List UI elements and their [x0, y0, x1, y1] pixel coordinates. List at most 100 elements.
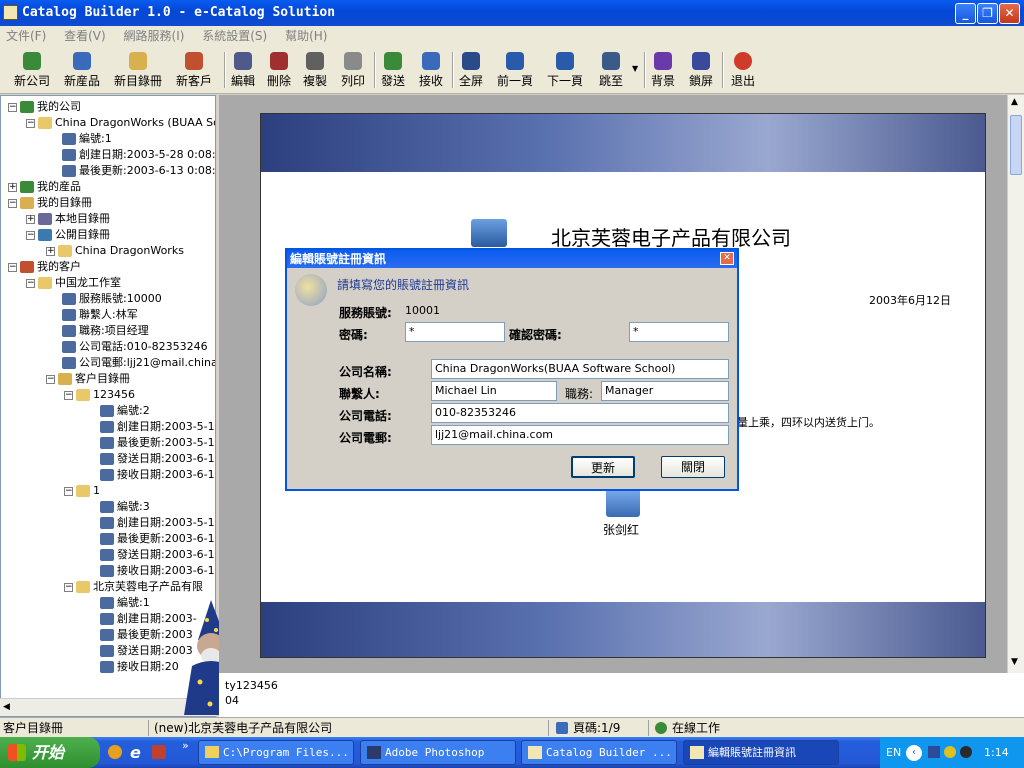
catalog-icon	[58, 373, 72, 385]
tree-node[interactable]: + 我的産品	[8, 180, 81, 194]
expand-icon[interactable]: +	[46, 246, 55, 256]
expand-icon[interactable]: +	[8, 182, 17, 192]
dialog-close-button[interactable]: ✕	[720, 252, 734, 265]
media-player-icon[interactable]	[108, 745, 122, 759]
prev-page-button[interactable]: 前一頁	[494, 50, 536, 92]
tree-node[interactable]: 聯繫人:林军	[62, 308, 138, 322]
tree-node[interactable]: 編號:1	[100, 596, 150, 610]
menu-view[interactable]: 查看(V)	[64, 29, 106, 43]
minimize-button[interactable]: _	[955, 3, 976, 24]
collapse-icon[interactable]: −	[8, 198, 17, 208]
confirm-password-field[interactable]: *	[629, 322, 729, 342]
tree-node[interactable]: 接收日期:2003-6-1	[100, 564, 215, 578]
tray-expand-icon[interactable]: ‹	[906, 745, 922, 761]
position-field[interactable]: Manager	[601, 381, 729, 401]
tree-node[interactable]: 最後更新:2003-6-1	[100, 532, 215, 546]
phone-field[interactable]: 010-82353246	[431, 403, 729, 423]
collapse-icon[interactable]: −	[64, 582, 73, 592]
tree-node[interactable]: + 本地目錄冊	[26, 212, 110, 226]
ime-icon[interactable]	[928, 746, 940, 758]
update-button[interactable]: 更新	[571, 456, 635, 478]
taskbar-explorer[interactable]: C:\Program Files...	[198, 740, 354, 765]
tree-node[interactable]: 發送日期:2003-6-1	[100, 452, 215, 466]
tree-node[interactable]: 發送日期:2003-6-1	[100, 548, 215, 562]
tree-node[interactable]: 編號:3	[100, 500, 150, 514]
ie-icon[interactable]: e	[130, 743, 141, 762]
tree-node[interactable]: 創建日期:2003-5-28 0:08:2	[62, 148, 215, 162]
collapse-icon[interactable]: −	[46, 374, 55, 384]
security-icon[interactable]	[944, 746, 956, 758]
collapse-icon[interactable]: −	[64, 390, 73, 400]
tree-node[interactable]: − 我的公司	[8, 100, 81, 114]
tree-node[interactable]: 創建日期:2003-5-1	[100, 516, 215, 530]
expand-icon[interactable]: +	[26, 214, 35, 224]
tree-node[interactable]: + China DragonWorks	[46, 244, 184, 258]
taskbar-edit-account[interactable]: 編輯賬號註冊資訊	[683, 740, 839, 765]
collapse-icon[interactable]: −	[64, 486, 73, 496]
tree-node[interactable]: − 中国龙工作室	[26, 276, 121, 290]
tree-node[interactable]: 公司電郵:ljj21@mail.china.c	[62, 356, 215, 370]
collapse-icon[interactable]: −	[8, 102, 17, 112]
tree-node[interactable]: 創建日期:2003-5-1	[100, 420, 215, 434]
fullscreen-button[interactable]: 全屏	[456, 50, 486, 92]
start-button[interactable]: 开始	[0, 737, 100, 768]
new-customer-button[interactable]: 新客戶	[170, 50, 218, 92]
close-dialog-button[interactable]: 關閉	[661, 456, 725, 478]
tree-node[interactable]: 公司電話:010-82353246	[62, 340, 208, 354]
tree-node[interactable]: 接收日期:20	[100, 660, 179, 674]
print-button[interactable]: 列印	[338, 50, 368, 92]
lock-screen-button[interactable]: 鎖屏	[686, 50, 716, 92]
network-icon[interactable]	[960, 746, 972, 758]
tree-node[interactable]: 編號:1	[62, 132, 112, 146]
menu-file[interactable]: 文件(F)	[6, 29, 46, 43]
tree-node[interactable]: 接收日期:2003-6-1	[100, 468, 215, 482]
menu-help[interactable]: 幫助(H)	[285, 29, 327, 43]
clock[interactable]: 1:14	[984, 737, 1009, 768]
collapse-icon[interactable]: −	[26, 278, 35, 288]
tree-node[interactable]: −1	[64, 484, 100, 498]
new-catalog-button[interactable]: 新目錄冊	[108, 50, 168, 92]
contact-field[interactable]: Michael Lin	[431, 381, 557, 401]
language-indicator[interactable]: EN	[886, 737, 901, 768]
collapse-icon[interactable]: −	[8, 262, 17, 272]
tree-node[interactable]: − 我的客户	[8, 260, 81, 274]
tree-node[interactable]: − China DragonWorks (BUAA Sof	[26, 116, 215, 130]
new-product-button[interactable]: 新産品	[58, 50, 106, 92]
menu-settings[interactable]: 系統設置(S)	[202, 29, 267, 43]
close-button[interactable]: ✕	[999, 3, 1020, 24]
tree-node[interactable]: − 北京芙蓉电子产品有限	[64, 580, 203, 594]
next-page-button[interactable]: 下一頁	[544, 50, 586, 92]
scrollbar-thumb[interactable]	[1010, 115, 1022, 175]
tree-node[interactable]: − 客户目錄冊	[46, 372, 130, 386]
menu-network[interactable]: 網路服務(I)	[124, 29, 185, 43]
new-company-button[interactable]: 新公司	[8, 50, 56, 92]
company-name-field[interactable]: China DragonWorks(BUAA Software School)	[431, 359, 729, 379]
preview-vertical-scrollbar[interactable]: ▲ ▼	[1007, 95, 1024, 673]
tree-node[interactable]: − 我的目錄冊	[8, 196, 92, 210]
tree-node[interactable]: 最後更新:2003-6-13 0:08:5	[62, 164, 215, 178]
jump-dropdown-icon[interactable]: ▼	[632, 64, 638, 73]
jump-button[interactable]: 跳至	[594, 50, 628, 92]
background-button[interactable]: 背景	[648, 50, 678, 92]
delete-button[interactable]: 刪除	[264, 50, 294, 92]
email-field[interactable]: ljj21@mail.china.com	[431, 425, 729, 445]
outlook-icon[interactable]	[152, 745, 166, 759]
exit-button[interactable]: 退出	[728, 50, 758, 92]
quicklaunch-more-icon[interactable]: »	[182, 739, 189, 752]
tree-node[interactable]: 服務賬號:10000	[62, 292, 162, 306]
tree-node[interactable]: − 123456	[64, 388, 135, 402]
copy-button[interactable]: 複製	[300, 50, 330, 92]
restore-button[interactable]: ❐	[977, 3, 998, 24]
password-field[interactable]: *	[405, 322, 505, 342]
tree-node[interactable]: 編號:2	[100, 404, 150, 418]
receive-button[interactable]: 接收	[416, 50, 446, 92]
send-button[interactable]: 發送	[378, 50, 408, 92]
collapse-icon[interactable]: −	[26, 118, 35, 128]
tree-node[interactable]: 最後更新:2003-5-1	[100, 436, 215, 450]
taskbar-catalog-builder[interactable]: Catalog Builder ...	[521, 740, 677, 765]
taskbar-photoshop[interactable]: Adobe Photoshop	[360, 740, 516, 765]
edit-button[interactable]: 編輯	[228, 50, 258, 92]
tree-node[interactable]: 職務:项目经理	[62, 324, 149, 338]
tree-node[interactable]: − 公開目錄冊	[26, 228, 110, 242]
collapse-icon[interactable]: −	[26, 230, 35, 240]
